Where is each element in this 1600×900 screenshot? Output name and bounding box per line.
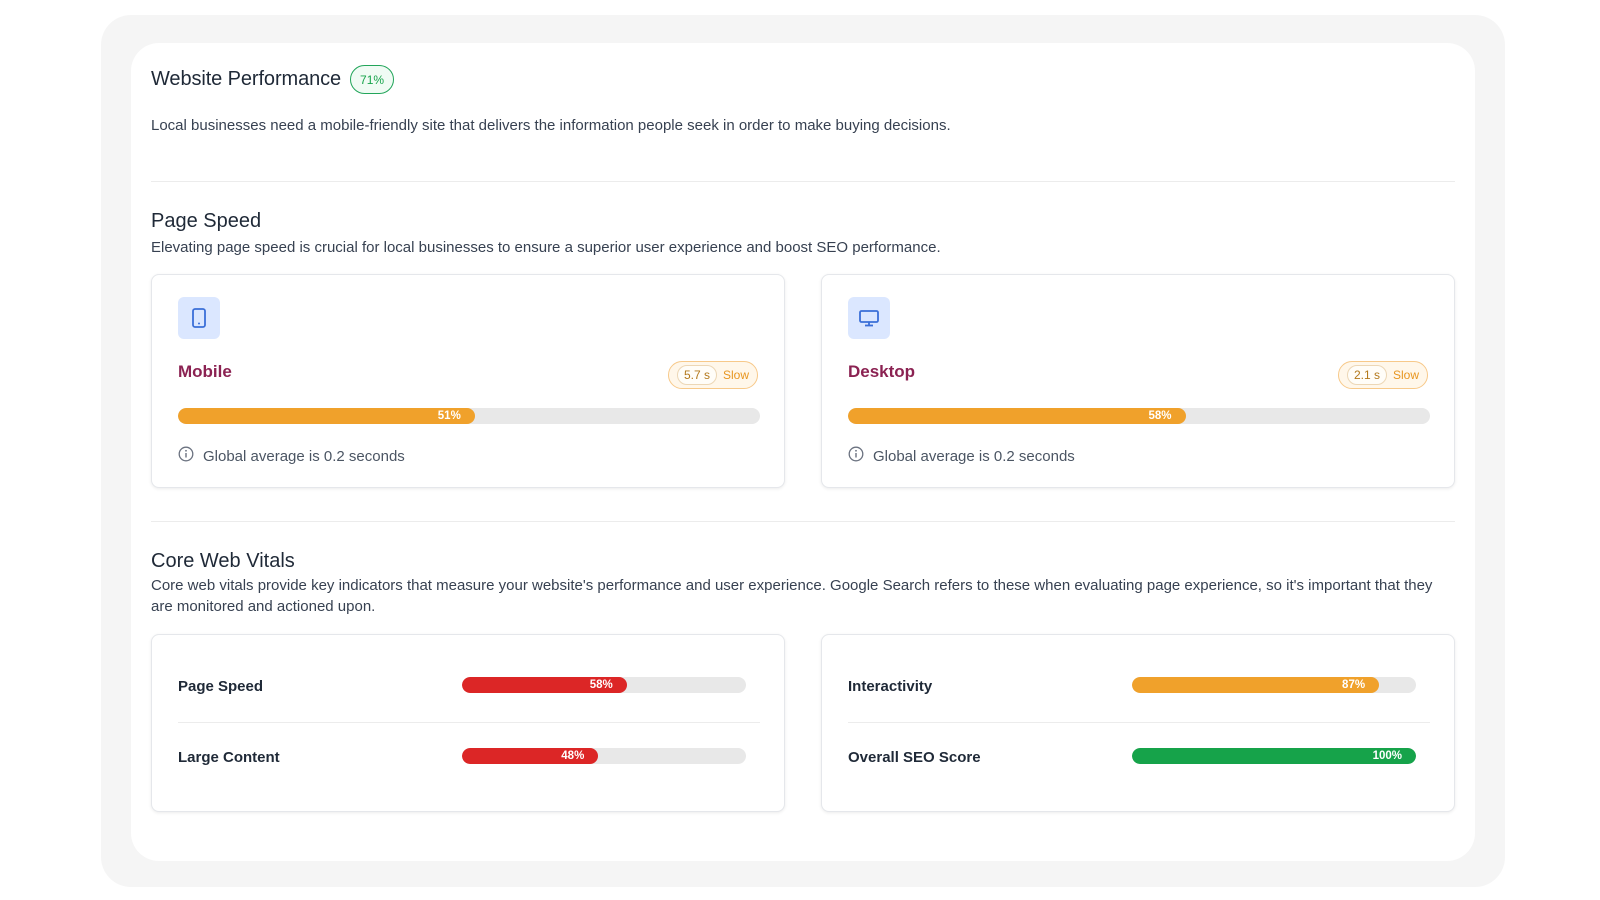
core-web-vitals-title: Core Web Vitals	[151, 550, 295, 572]
divider	[151, 521, 1455, 522]
mobile-speed-badge: 5.7 s Slow	[667, 361, 758, 389]
desktop-load-time: 2.1 s	[1346, 365, 1387, 385]
desktop-status: Slow	[1392, 368, 1419, 382]
mobile-status: Slow	[722, 368, 749, 382]
desktop-speed-card: Desktop 2.1 s Slow 58% Global average is…	[821, 274, 1455, 488]
mobile-progress-fill: 51%	[178, 408, 475, 424]
outer-frame: Website Performance 71% Local businesses…	[101, 15, 1505, 887]
vital-track-interactivity: 87%	[1132, 677, 1416, 693]
desktop-progress-fill: 58%	[848, 408, 1186, 424]
info-icon	[848, 446, 864, 467]
page-speed-title: Page Speed	[151, 210, 262, 232]
desktop-info: Global average is 0.2 seconds	[848, 446, 1075, 467]
vital-label-overall-seo-score: Overall SEO Score	[848, 749, 981, 766]
info-icon	[178, 446, 194, 467]
mobile-progress-track: 51%	[178, 408, 760, 424]
mobile-load-time: 5.7 s	[676, 365, 717, 385]
row-divider	[178, 722, 760, 723]
mobile-progress-label: 51%	[437, 410, 461, 422]
vital-track-page-speed: 58%	[462, 677, 746, 693]
desktop-monitor-icon	[848, 297, 890, 339]
score-badge: 71%	[350, 65, 395, 94]
performance-panel: Website Performance 71% Local businesses…	[131, 43, 1475, 861]
desktop-speed-badge: 2.1 s Slow	[1337, 361, 1428, 389]
vitals-card-left: Page Speed 58% Large Content 48%	[151, 634, 785, 812]
row-divider	[848, 722, 1430, 723]
vital-fill-overall-seo-score: 100%	[1132, 748, 1416, 764]
vital-track-large-content: 48%	[462, 748, 746, 764]
vital-value-large-content: 48%	[561, 750, 585, 762]
vital-value-overall-seo-score: 100%	[1372, 750, 1402, 762]
desktop-progress-track: 58%	[848, 408, 1430, 424]
vital-track-overall-seo-score: 100%	[1132, 748, 1416, 764]
vitals-card-right: Interactivity 87% Overall SEO Score 100%	[821, 634, 1455, 812]
desktop-info-text: Global average is 0.2 seconds	[873, 448, 1075, 465]
vital-value-page-speed: 58%	[589, 679, 613, 691]
vital-fill-large-content: 48%	[462, 748, 599, 764]
desktop-progress-label: 58%	[1148, 410, 1172, 422]
mobile-phone-icon	[178, 297, 220, 339]
vital-fill-interactivity: 87%	[1132, 677, 1380, 693]
mobile-label: Mobile	[178, 362, 232, 381]
mobile-info: Global average is 0.2 seconds	[178, 446, 405, 467]
vital-value-interactivity: 87%	[1342, 679, 1366, 691]
mobile-speed-card: Mobile 5.7 s Slow 51% Global average is …	[151, 274, 785, 488]
vital-fill-page-speed: 58%	[462, 677, 627, 693]
vital-label-page-speed: Page Speed	[178, 678, 264, 695]
panel-header: Website Performance 71%	[151, 65, 395, 94]
page-title: Website Performance	[151, 68, 342, 90]
divider	[151, 181, 1455, 182]
desktop-label: Desktop	[848, 362, 916, 381]
core-web-vitals-description: Core web vitals provide key indicators t…	[151, 577, 1433, 615]
vital-label-large-content: Large Content	[178, 749, 280, 766]
vital-label-interactivity: Interactivity	[848, 678, 933, 695]
page-speed-description: Elevating page speed is crucial for loca…	[151, 239, 941, 256]
mobile-info-text: Global average is 0.2 seconds	[203, 448, 405, 465]
page-description: Local businesses need a mobile-friendly …	[151, 117, 951, 134]
